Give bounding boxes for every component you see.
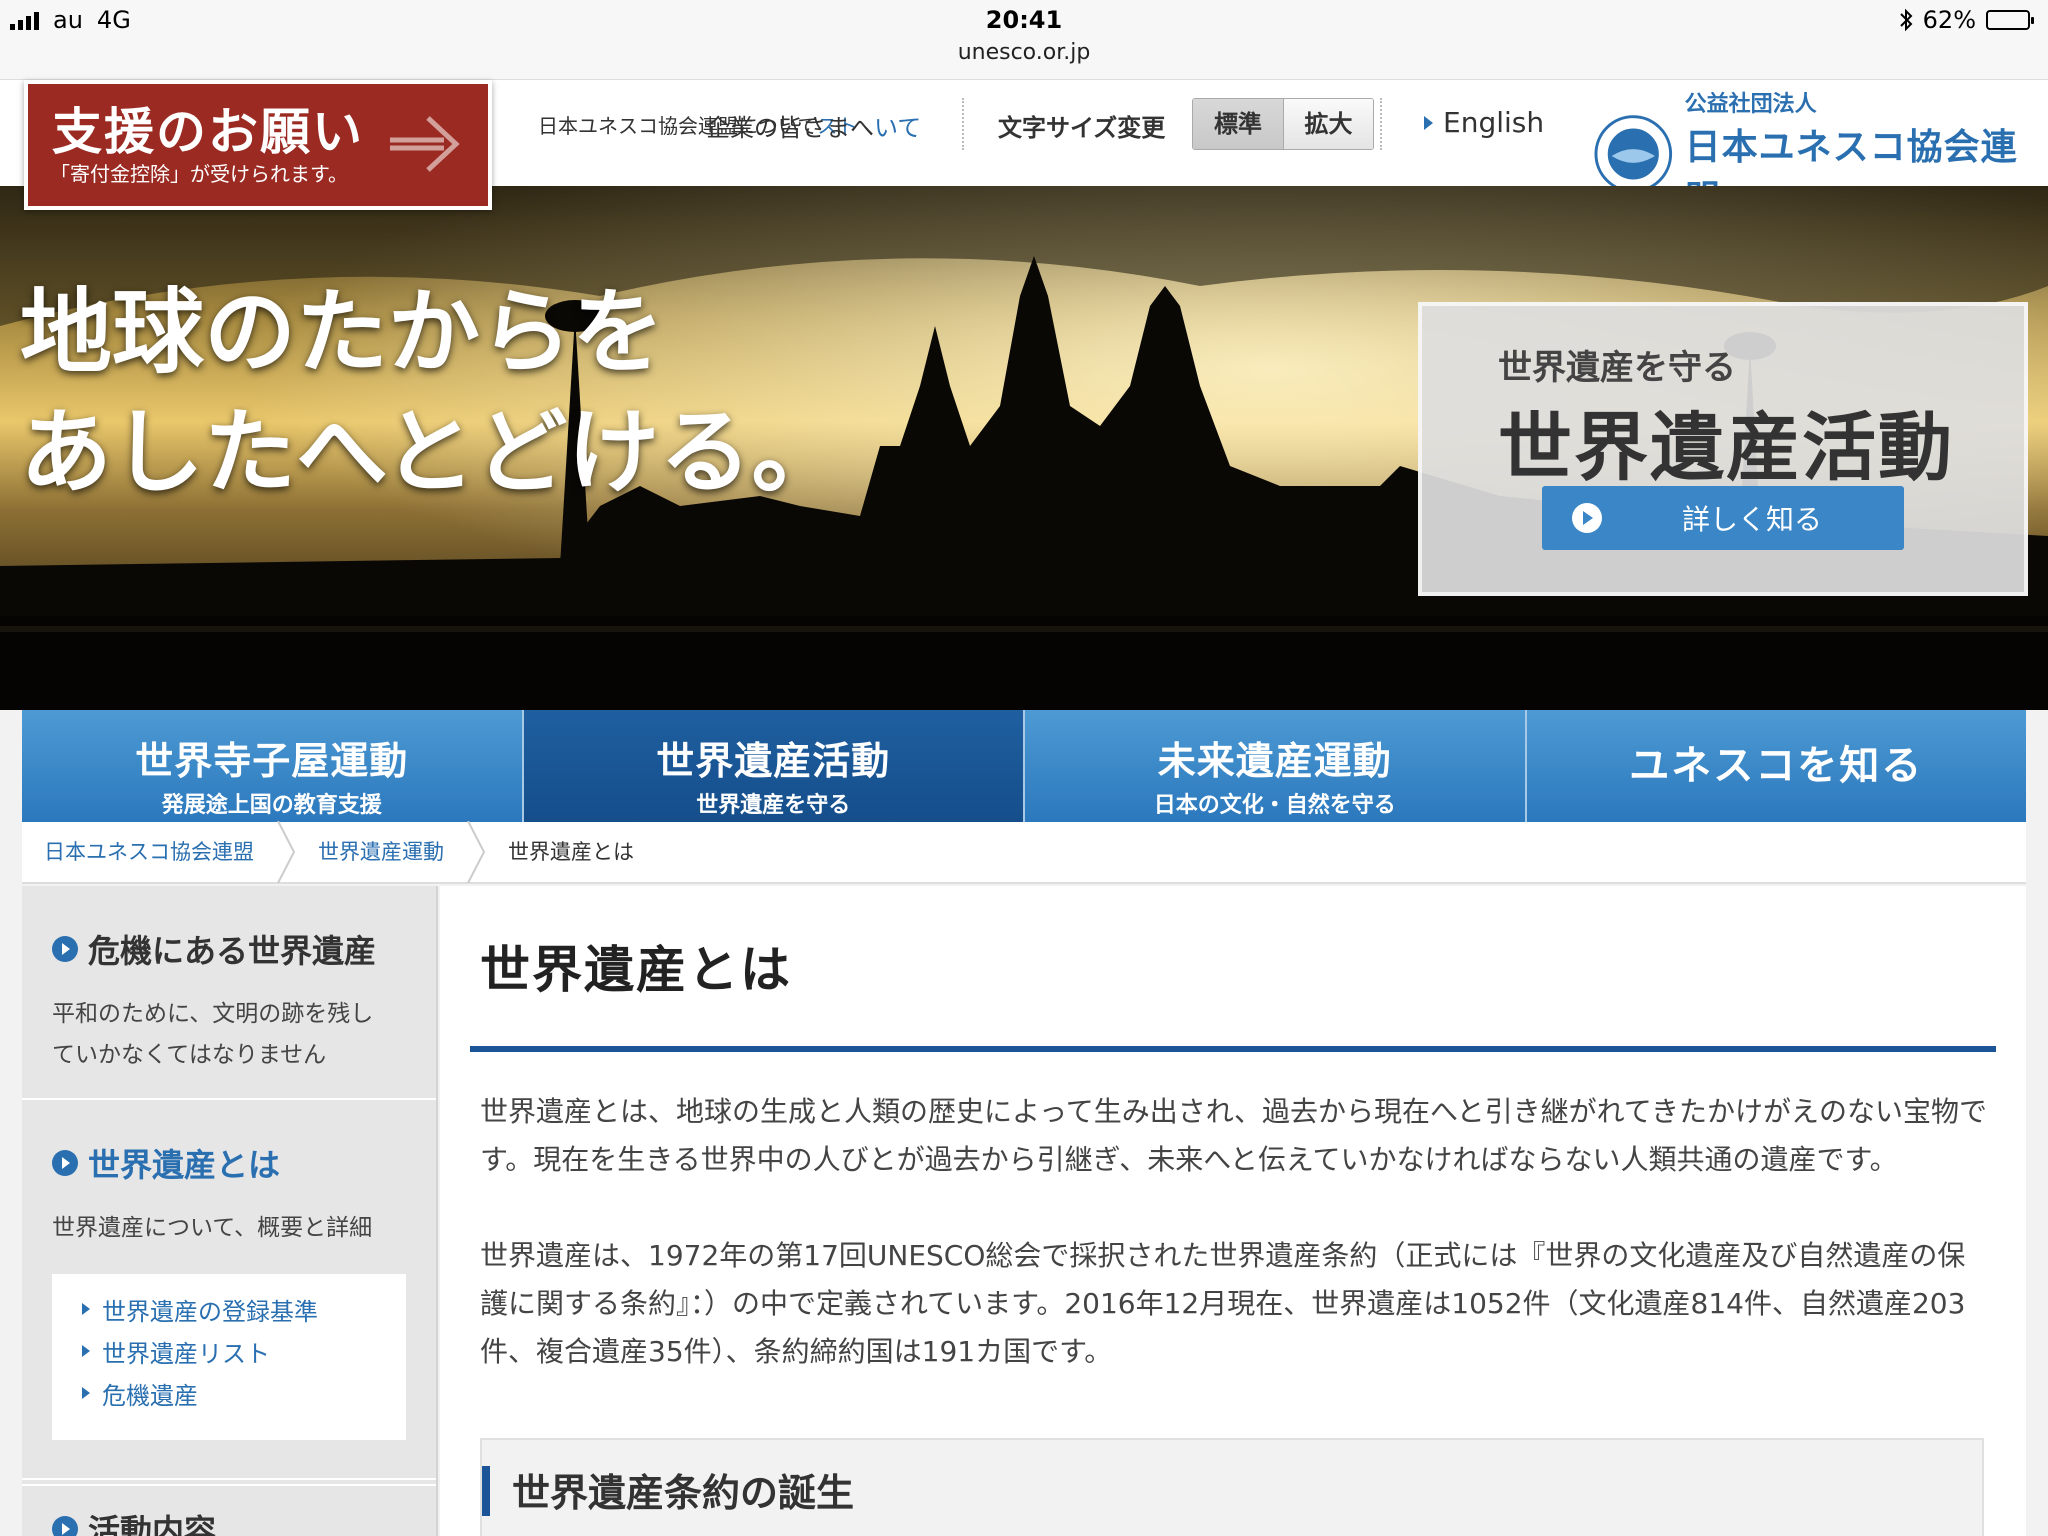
nav-subtitle: 世界遺産を守る (696, 793, 851, 818)
sidebar-section-title: 危機にある世界遺産 (52, 926, 436, 972)
corporate-link-tail: いて (874, 114, 922, 142)
breadcrumb-chevron-icon (467, 821, 486, 883)
learn-more-button[interactable]: 詳しく知る (1542, 486, 1904, 550)
corporate-link-label: 企業の皆さまへ (706, 114, 874, 142)
hero-card-subtitle: 世界遺産を守る (1498, 348, 1736, 388)
page-title: 世界遺産とは (480, 941, 792, 999)
nav-title: 世界遺産活動 (656, 739, 891, 783)
nav-subtitle: 日本の文化・自然を守る (1153, 793, 1396, 818)
sidebar-desc-line1: 世界遺産について、概要と詳細 (52, 1215, 373, 1241)
play-circle-icon (52, 936, 78, 962)
nav-world-heritage[interactable]: 世界遺産活動 世界遺産を守る (523, 710, 1025, 822)
arrow-right-icon (390, 116, 460, 172)
header-divider (962, 98, 964, 150)
sidebar-link-criteria[interactable]: 世界遺産の登録基準 (82, 1288, 406, 1330)
breadcrumb: 日本ユネスコ協会連盟 世界遺産運動 世界遺産とは (22, 821, 2026, 884)
nav-terakoya[interactable]: 世界寺子屋運動 発展途上国の教育支援 (22, 710, 524, 822)
nav-title: ユネスコを知る (1629, 743, 1924, 789)
sidebar-link-danger[interactable]: 危機遺産 (82, 1372, 406, 1414)
hero-headline-line1: 地球のたからを (20, 279, 665, 386)
section-heading-accent (482, 1466, 490, 1516)
font-size-large-button[interactable]: 拡大 (1283, 99, 1373, 149)
intro-paragraph: 世界遺産とは、地球の生成と人類の歴史によって生み出され、過去から現在へと引き継が… (480, 1095, 1987, 1176)
sidebar-section-activities[interactable]: 活動内容 (22, 1484, 436, 1536)
sidebar-desc-line2: ていかなくてはなりません (52, 1042, 327, 1068)
sidebar-link-list[interactable]: 世界遺産リスト (82, 1330, 406, 1372)
hero-card-title: 世界遺産活動 (1498, 405, 1954, 491)
triangle-right-icon (82, 1387, 90, 1399)
learn-more-label: 詳しく知る (1682, 503, 1823, 536)
donate-title: 支援のお願い (52, 103, 364, 161)
play-circle-icon (52, 1150, 78, 1176)
breadcrumb-home[interactable]: 日本ユネスコ協会連盟 (22, 821, 276, 883)
breadcrumb-section[interactable]: 世界遺産運動 (296, 821, 466, 883)
font-size-label: 文字サイズ変更 (998, 114, 1166, 142)
corporate-link[interactable]: 企業の皆さまへいて (706, 108, 921, 143)
address-bar-url[interactable]: unesco.or.jp (0, 40, 2048, 65)
global-nav: 世界寺子屋運動 発展途上国の教育支援 世界遺産活動 世界遺産を守る 未来遺産運動… (22, 710, 2026, 822)
hero-feature-card: 世界遺産を守る 世界遺産活動 詳しく知る (1418, 302, 2028, 596)
breadcrumb-chevron-icon (277, 821, 296, 883)
sidebar-link-label: 世界遺産の登録基準 (102, 1297, 318, 1326)
nav-subtitle: 発展途上国の教育支援 (161, 793, 382, 818)
font-size-standard-button[interactable]: 標準 (1193, 99, 1283, 149)
nav-title: 世界寺子屋運動 (135, 739, 409, 783)
bluetooth-icon (1899, 8, 1913, 32)
sidebar-link-label: 危機遺産 (102, 1381, 198, 1410)
sidebar-desc-line1: 平和のために、文明の跡を残し (52, 1001, 374, 1027)
sidebar-title-text: 危機にある世界遺産 (88, 932, 377, 970)
nav-about-unesco[interactable]: ユネスコを知る (1526, 710, 2026, 822)
english-link-label: English (1443, 106, 1545, 139)
triangle-right-icon (82, 1303, 90, 1315)
play-circle-icon (52, 1516, 78, 1536)
sidebar-section-title: 活動内容 (52, 1506, 436, 1536)
header-divider (1380, 98, 1382, 150)
ios-status-bar: au 4G 20:41 unesco.or.jp 62% (0, 0, 2048, 80)
sidebar-title-text: 世界遺産とは (88, 1146, 281, 1184)
nav-future-heritage[interactable]: 未来遺産運動 日本の文化・自然を守る (1025, 710, 1527, 822)
play-circle-icon (1572, 503, 1602, 533)
sidebar-sublinks: 世界遺産の登録基準 世界遺産リスト 危機遺産 (52, 1274, 406, 1440)
unesco-globe-logo-icon (1594, 115, 1673, 193)
triangle-right-icon (1424, 115, 1433, 130)
triangle-right-icon (82, 1345, 90, 1357)
sidebar-link-label: 世界遺産リスト (102, 1339, 270, 1368)
donate-subtitle: 「寄付金控除」が受けられます。 (50, 162, 348, 186)
battery-percent: 62% (1922, 6, 1976, 34)
sidebar: 危機にある世界遺産 平和のために、文明の跡を残し ていかなくてはなりません 世界… (22, 886, 438, 1536)
hero-headline-line2: あしたへとどける。 (20, 399, 844, 506)
donate-banner[interactable]: 支援のお願い 「寄付金控除」が受けられます。 (24, 80, 492, 210)
section-heading: 世界遺産条約の誕生 (512, 1471, 855, 1515)
sidebar-section-danger[interactable]: 危機にある世界遺産 平和のために、文明の跡を残し ていかなくてはなりません (22, 886, 436, 1100)
section-heading-box: 世界遺産条約の誕生 (480, 1438, 1984, 1536)
battery-icon (1986, 10, 2034, 30)
clock: 20:41 (985, 6, 1063, 34)
english-link[interactable]: English (1424, 106, 1544, 139)
logo-line1: 公益社団法人 (1684, 92, 1817, 117)
breadcrumb-current: 世界遺産とは (508, 840, 634, 864)
status-right: 62% (1899, 6, 2034, 34)
nav-title: 未来遺産運動 (1157, 739, 1392, 783)
sidebar-title-text: 活動内容 (88, 1512, 217, 1536)
title-underline (470, 1046, 1996, 1052)
main-content: 世界遺産とは 世界遺産とは、地球の生成と人類の歴史によって生み出され、過去から現… (440, 886, 2026, 1536)
sidebar-section-title[interactable]: 世界遺産とは (52, 1140, 436, 1186)
font-size-switcher: 標準 拡大 (1192, 98, 1374, 150)
convention-paragraph: 世界遺産は、1972年の第17回UNESCO総会で採択された世界遺産条約（正式に… (480, 1239, 1966, 1368)
